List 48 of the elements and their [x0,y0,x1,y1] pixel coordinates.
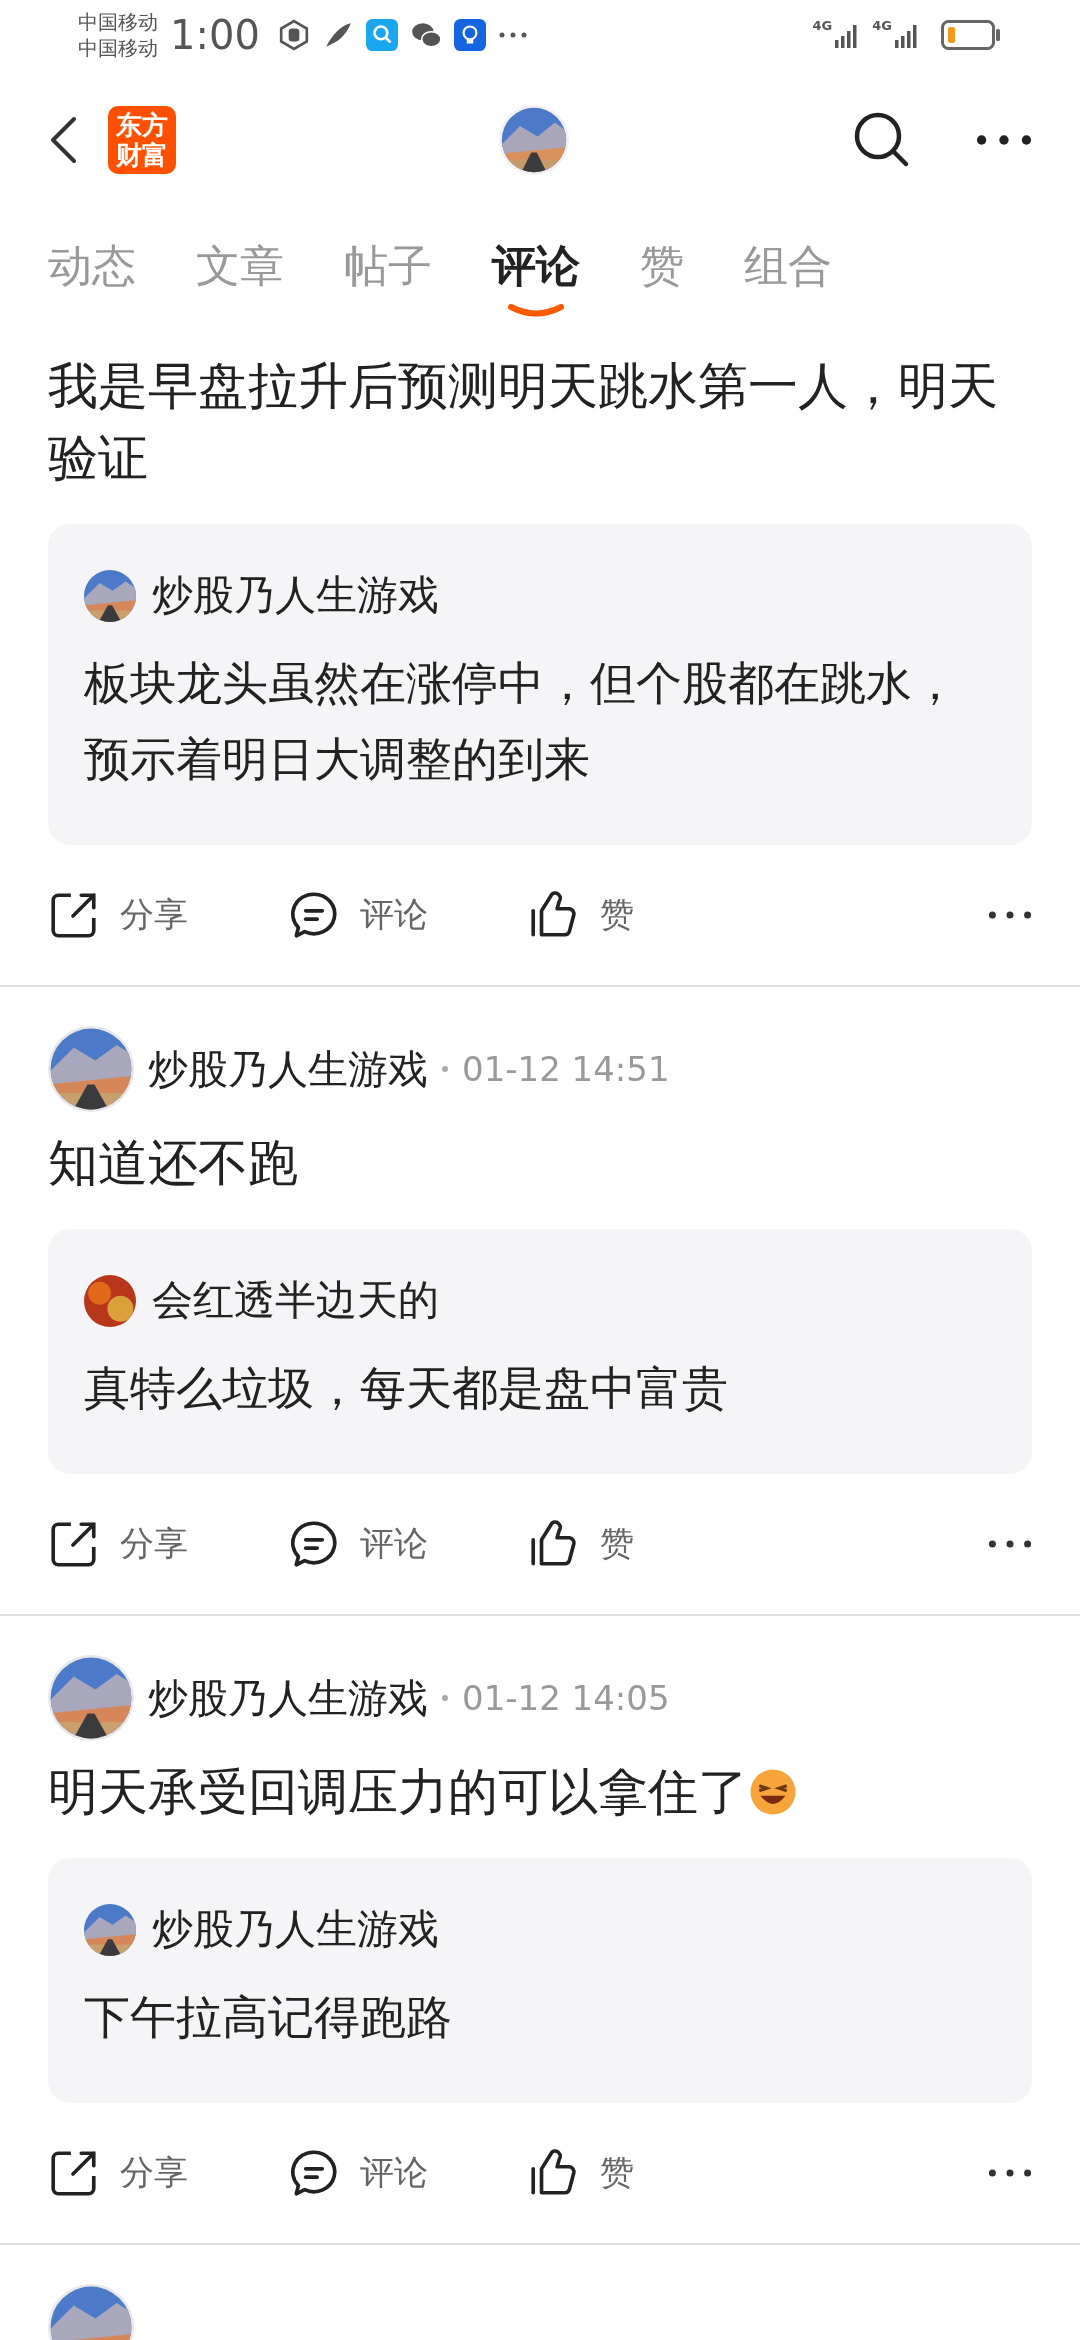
bulb-app-icon [453,19,486,51]
action-label[interactable]: 分享 [120,2150,188,2196]
clock: 1:00 [170,12,260,58]
quoted-text: 真特么垃圾，每天都是盘中富贵 [84,1360,729,1417]
quoted-comment-card[interactable]: 炒股乃人生游戏 板块龙头虽然在涨停中，但个股都在跳水，预示着明日大调整的到来 [48,524,1032,845]
action-label[interactable]: 评论 [360,892,428,938]
tab[interactable]: 评论 [492,236,580,296]
author-name[interactable]: 炒股乃人生游戏 [152,568,439,623]
author-name[interactable]: 炒股乃人生游戏 [148,1041,428,1097]
action-label[interactable]: 评论 [360,2150,428,2196]
more-icon[interactable] [988,2168,1032,2178]
back-icon[interactable] [48,115,78,165]
comment-text: 明天承受回调压力的可以拿住了 [48,1762,748,1823]
action-label[interactable]: 赞 [600,892,634,938]
tab-indicator [508,304,564,318]
comment-text: 知道还不跑 [48,1133,298,1194]
action-label[interactable]: 赞 [600,1521,634,1567]
network-label: 4G [872,18,892,33]
more-icon[interactable] [988,910,1032,920]
action-label[interactable]: 分享 [120,1521,188,1567]
quoted-comment-card[interactable]: 会红透半边天的 真特么垃圾，每天都是盘中富贵 [48,1229,1032,1474]
post-time: 01-12 14:05 [462,1678,670,1718]
more-icon[interactable] [976,133,1032,147]
author-name[interactable]: 炒股乃人生游戏 [148,1670,428,1726]
author-name[interactable]: 炒股乃人生游戏 [152,1902,439,1957]
comment-icon[interactable] [288,889,340,941]
separator-dot-icon [442,1066,448,1072]
author-name[interactable]: 会红透半边天的 [152,1273,439,1328]
comment-icon[interactable] [288,2147,340,2199]
app-logo: 东方财富 [108,106,176,174]
action-label[interactable]: 分享 [120,892,188,938]
carrier-label: 中国移动 [78,35,158,61]
more-icon[interactable] [988,1539,1032,1549]
network-label: 4G [812,18,833,33]
carrier-label: 中国移动 [78,9,158,35]
more-icon [497,31,528,39]
comment-icon[interactable] [288,1518,340,1570]
battery-icon [940,20,1002,50]
post-time: 01-12 14:51 [462,1049,670,1089]
action-label[interactable]: 评论 [360,1521,428,1567]
search-app-icon [365,19,398,51]
quoted-text: 板块龙头虽然在涨停中，但个股都在跳水，预示着明日大调整的到来 [84,655,959,788]
quoted-comment-card[interactable]: 炒股乃人生游戏 下午拉高记得跑路 [48,1858,1032,2103]
quoted-text: 下午拉高记得跑路 [84,1989,453,2046]
comment-text: 我是早盘拉升后预测明天跳水第一人，明天验证 [48,356,999,489]
signal-icon [894,22,920,48]
action-label[interactable]: 赞 [600,2150,634,2196]
separator-dot-icon [442,1695,448,1701]
